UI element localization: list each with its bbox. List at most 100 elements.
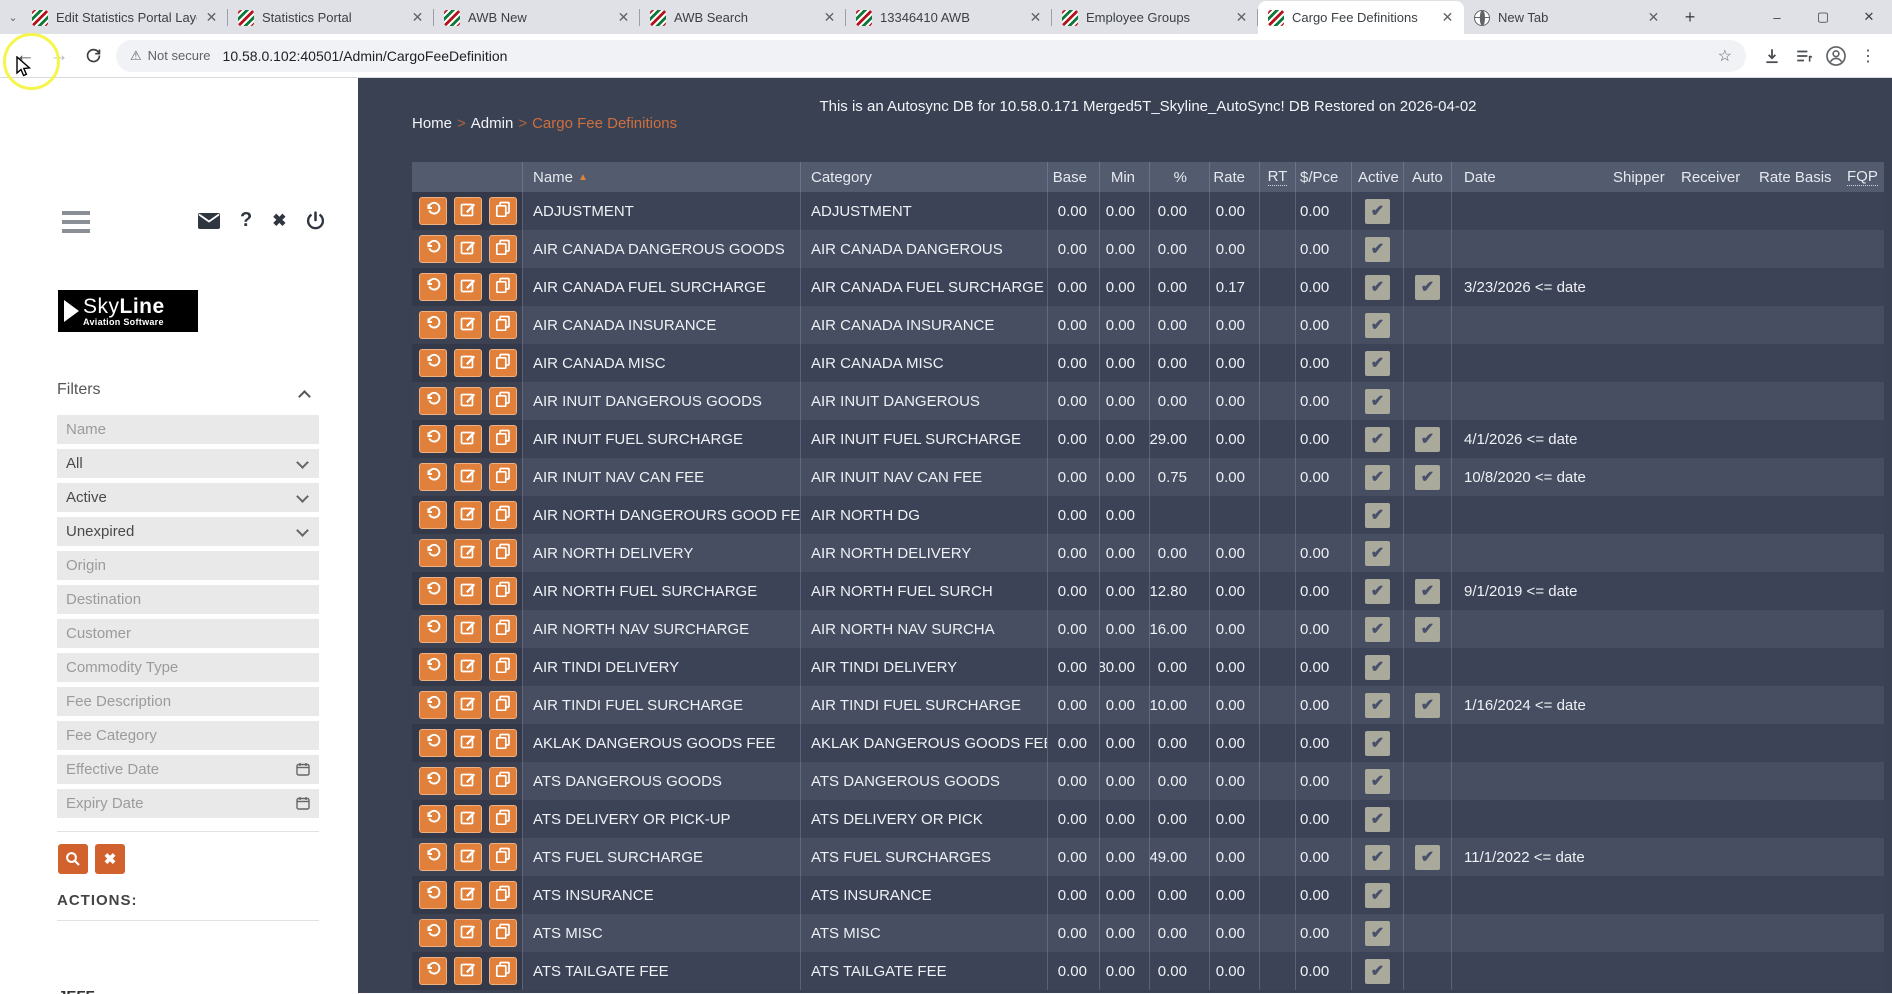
row-edit-button[interactable] [454,805,482,833]
row-edit-button[interactable] [454,729,482,757]
search-button[interactable] [58,844,88,874]
row-copy-button[interactable] [489,349,517,377]
row-copy-button[interactable] [489,919,517,947]
mail-icon[interactable] [198,212,220,229]
browser-tab-statistics-portal[interactable]: Statistics Portal ✕ [228,1,434,34]
column-header-shipper[interactable]: Shipper [1599,162,1673,192]
auto-checkbox[interactable]: ✔ [1415,692,1440,718]
filter-fee-category[interactable]: Fee Category [57,721,319,750]
tab-close-icon[interactable]: ✕ [1645,9,1662,26]
row-copy-button[interactable] [489,425,517,453]
profile-avatar[interactable] [1820,40,1852,72]
active-checkbox[interactable]: ✔ [1365,274,1390,300]
column-header-receiver[interactable]: Receiver [1673,162,1753,192]
filter-customer[interactable]: Customer [57,619,319,648]
column-header-min[interactable]: Min [1099,162,1149,192]
auto-checkbox[interactable]: ✔ [1415,426,1440,452]
auto-checkbox[interactable]: ✔ [1415,464,1440,490]
window-maximize-button[interactable]: ▢ [1800,0,1846,34]
tab-close-icon[interactable]: ✕ [1027,9,1044,26]
row-history-button[interactable] [419,539,447,567]
row-copy-button[interactable] [489,273,517,301]
row-history-button[interactable] [419,577,447,605]
row-edit-button[interactable] [454,881,482,909]
row-copy-button[interactable] [489,767,517,795]
address-bar[interactable]: ⚠ Not secure 10.58.0.102:40501/Admin/Car… [116,39,1746,72]
tab-close-icon[interactable]: ✕ [203,9,220,26]
security-chip[interactable]: ⚠ Not secure [130,48,223,64]
row-copy-button[interactable] [489,539,517,567]
column-header-rt[interactable]: RT [1259,162,1295,192]
row-edit-button[interactable] [454,425,482,453]
downloads-button[interactable] [1756,40,1788,72]
browser-tab-new-tab[interactable]: New Tab ✕ [1464,1,1670,34]
reading-list-button[interactable] [1788,40,1820,72]
row-history-button[interactable] [419,235,447,263]
active-checkbox[interactable]: ✔ [1365,768,1390,794]
column-header-ppce[interactable]: $/Pce [1295,162,1351,192]
active-checkbox[interactable]: ✔ [1365,844,1390,870]
row-history-button[interactable] [419,767,447,795]
browser-tab-awb-new[interactable]: AWB New ✕ [434,1,640,34]
active-checkbox[interactable]: ✔ [1365,882,1390,908]
clear-filters-button[interactable]: ✖ [95,844,125,874]
row-edit-button[interactable] [454,539,482,567]
active-checkbox[interactable]: ✔ [1365,198,1390,224]
tab-close-icon[interactable]: ✕ [615,9,632,26]
browser-tab-awb-search[interactable]: AWB Search ✕ [640,1,846,34]
row-history-button[interactable] [419,729,447,757]
tab-close-icon[interactable]: ✕ [1439,9,1456,26]
row-copy-button[interactable] [489,311,517,339]
filters-collapse-button[interactable] [298,388,311,406]
row-history-button[interactable] [419,349,447,377]
column-header-pct[interactable]: % [1149,162,1209,192]
url-text[interactable]: 10.58.0.102:40501/Admin/CargoFeeDefiniti… [223,48,1718,64]
filter-active[interactable]: Active [57,483,319,512]
active-checkbox[interactable]: ✔ [1365,236,1390,262]
active-checkbox[interactable]: ✔ [1365,654,1390,680]
auto-checkbox[interactable]: ✔ [1415,274,1440,300]
row-copy-button[interactable] [489,197,517,225]
row-history-button[interactable] [419,881,447,909]
row-edit-button[interactable] [454,349,482,377]
row-copy-button[interactable] [489,805,517,833]
active-checkbox[interactable]: ✔ [1365,806,1390,832]
active-checkbox[interactable]: ✔ [1365,920,1390,946]
row-copy-button[interactable] [489,691,517,719]
close-icon[interactable]: ✖ [272,211,286,231]
row-copy-button[interactable] [489,577,517,605]
row-history-button[interactable] [419,273,447,301]
hamburger-menu-icon[interactable] [62,211,90,238]
window-close-button[interactable]: ✕ [1846,0,1892,34]
power-icon[interactable] [306,211,325,230]
active-checkbox[interactable]: ✔ [1365,958,1390,984]
row-edit-button[interactable] [454,615,482,643]
row-copy-button[interactable] [489,653,517,681]
row-edit-button[interactable] [454,387,482,415]
active-checkbox[interactable]: ✔ [1365,350,1390,376]
active-checkbox[interactable]: ✔ [1365,388,1390,414]
new-tab-button[interactable]: + [1676,3,1704,31]
row-edit-button[interactable] [454,463,482,491]
row-history-button[interactable] [419,197,447,225]
row-copy-button[interactable] [489,881,517,909]
row-history-button[interactable] [419,919,447,947]
skyline-logo[interactable]: SkyLine Aviation Software [58,290,198,332]
row-history-button[interactable] [419,463,447,491]
filter-effective-date[interactable]: Effective Date [57,755,319,784]
row-history-button[interactable] [419,387,447,415]
row-edit-button[interactable] [454,311,482,339]
column-header-rate[interactable]: Rate [1209,162,1259,192]
row-copy-button[interactable] [489,729,517,757]
tab-close-icon[interactable]: ✕ [821,9,838,26]
row-edit-button[interactable] [454,197,482,225]
row-history-button[interactable] [419,425,447,453]
row-copy-button[interactable] [489,235,517,263]
row-edit-button[interactable] [454,501,482,529]
row-edit-button[interactable] [454,767,482,795]
active-checkbox[interactable]: ✔ [1365,426,1390,452]
row-copy-button[interactable] [489,957,517,985]
active-checkbox[interactable]: ✔ [1365,578,1390,604]
browser-menu-button[interactable]: ⋮ [1852,40,1884,72]
row-edit-button[interactable] [454,843,482,871]
